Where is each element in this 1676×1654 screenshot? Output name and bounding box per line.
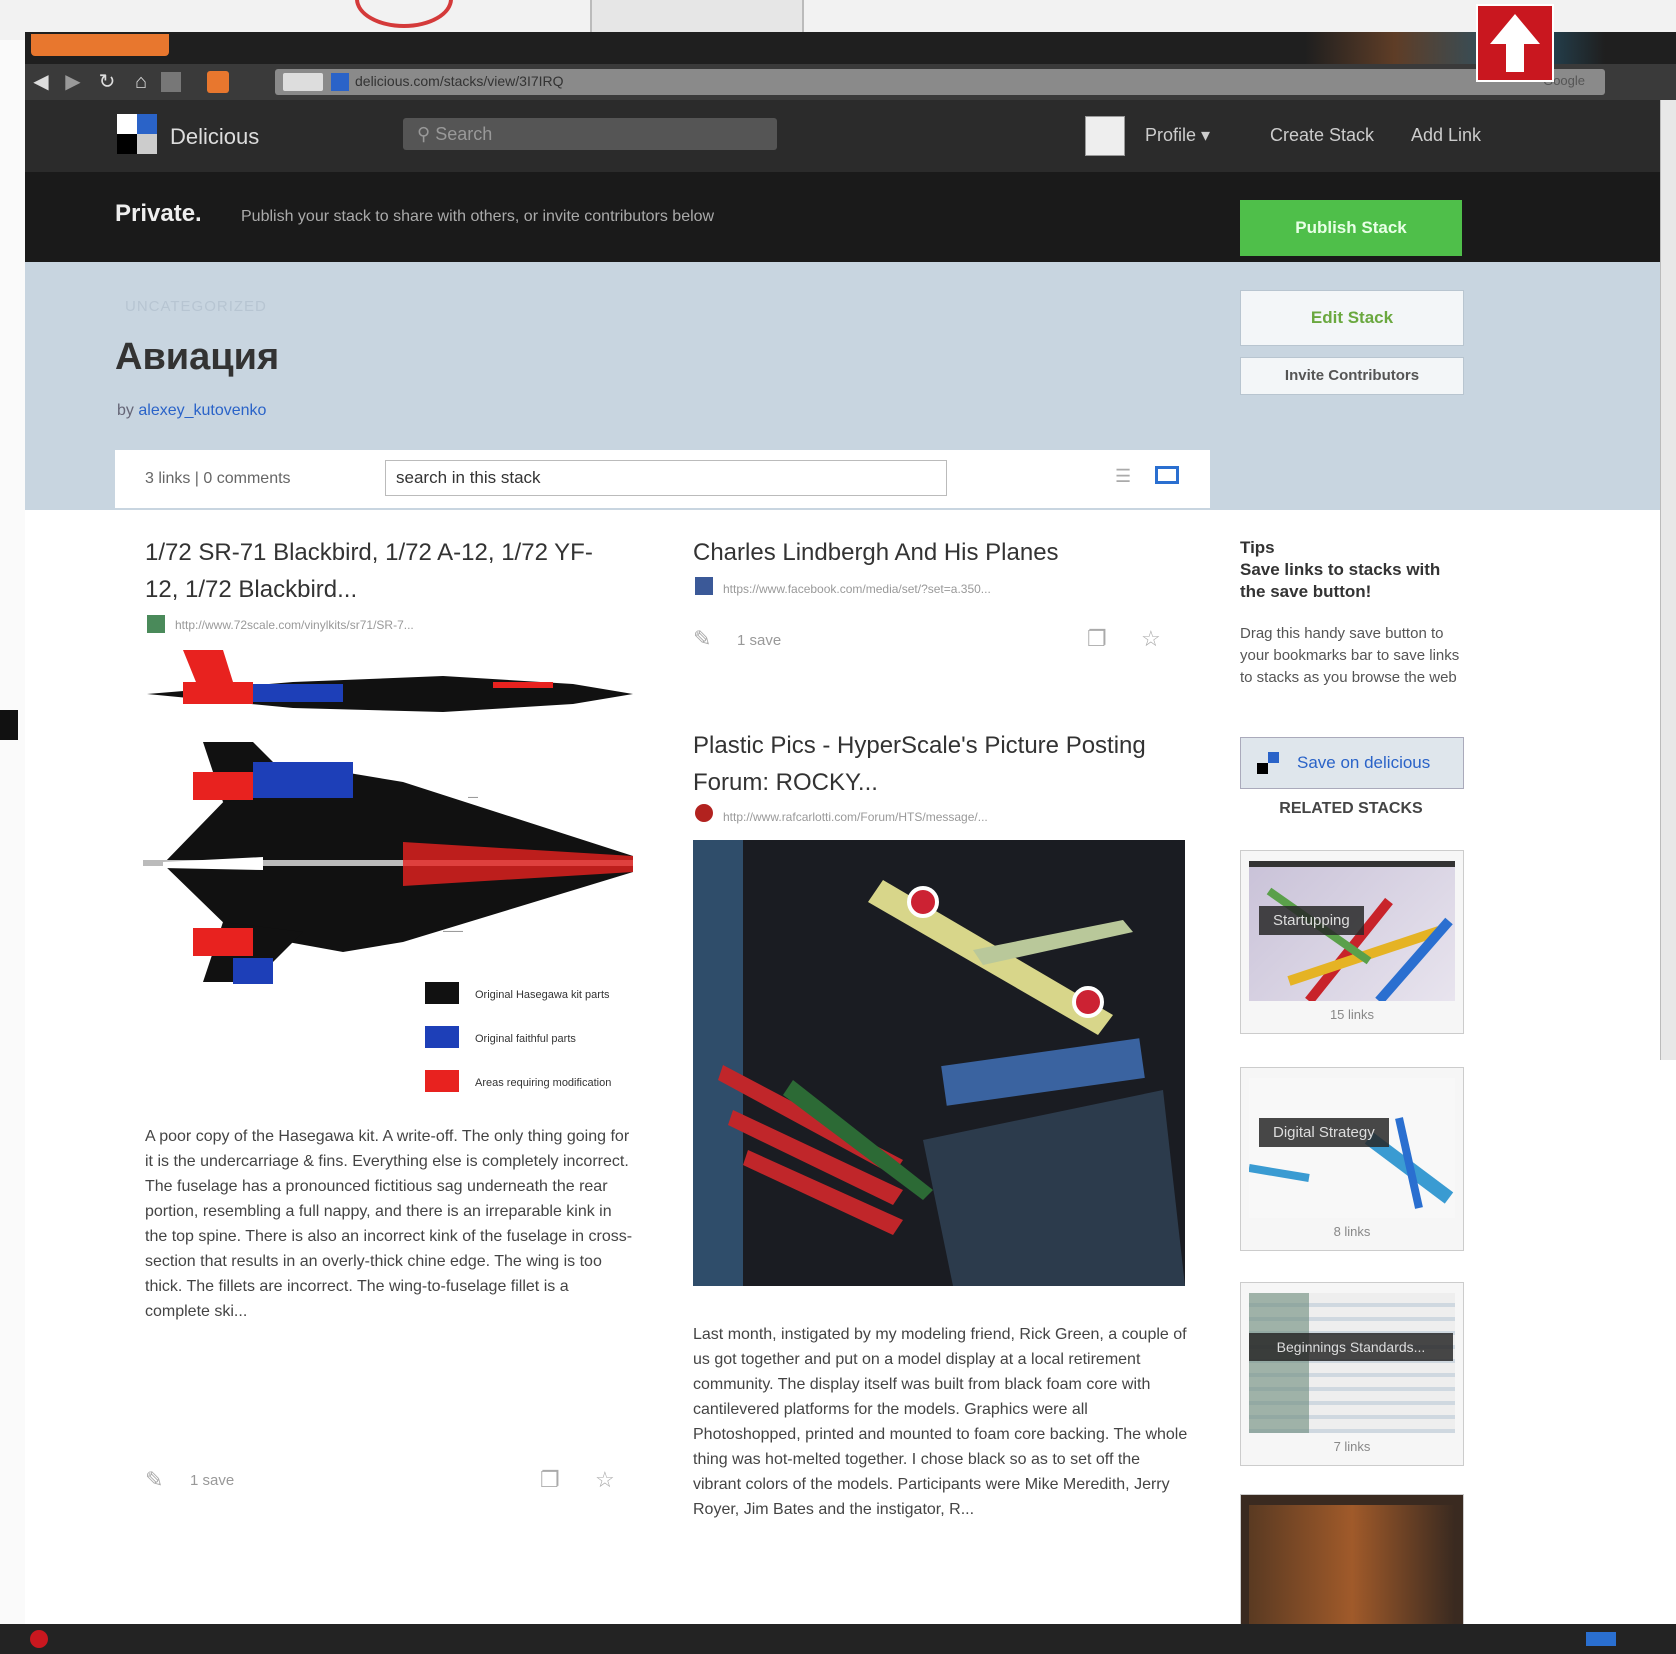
private-bar: Private. Publish your stack to share wit… xyxy=(25,172,1676,262)
brand-name[interactable]: Delicious xyxy=(170,124,259,150)
delicious-logo-icon xyxy=(1257,752,1279,774)
tips-headline: Save links to stacks with the save butto… xyxy=(1240,560,1441,601)
add-link-link[interactable]: Add Link xyxy=(1411,125,1481,146)
browser-window: ◀ ▶ ↻ ⌂ delicious.com/stacks/view/3I7IRQ… xyxy=(25,32,1676,1654)
private-description: Publish your stack to share with others,… xyxy=(241,208,715,225)
related-stack-card[interactable]: Beginnings Standards... 7 links xyxy=(1240,1282,1464,1466)
legend-label-3: Areas requiring modification xyxy=(475,1077,611,1089)
related-stack-thumbnail xyxy=(1249,1293,1455,1433)
card-2-save-count: 1 save xyxy=(737,632,782,649)
search-placeholder: ⚲ Search xyxy=(417,124,493,144)
author-link[interactable]: alexey_kutovenko xyxy=(138,402,266,419)
card-2-facebook-icon xyxy=(695,577,713,595)
card-2-comment-icon[interactable]: ❐ xyxy=(1087,626,1107,652)
left-margin xyxy=(0,40,26,1654)
legend-label-1: Original Hasegawa kit parts xyxy=(475,989,610,1001)
site-search-input[interactable]: ⚲ Search xyxy=(403,118,777,150)
card-2-save-icon[interactable]: ✎ xyxy=(693,626,711,652)
card-2-url[interactable]: https://www.facebook.com/media/set/?set=… xyxy=(723,582,991,596)
private-label: Private. xyxy=(115,200,202,227)
profile-menu[interactable]: Profile ▾ xyxy=(1145,125,1210,146)
card-1-favicon-icon xyxy=(147,615,165,633)
related-stacks-heading: RELATED STACKS xyxy=(1279,800,1423,817)
related-stack-card[interactable]: Digital Strategy 8 links xyxy=(1240,1067,1464,1251)
edit-stack-button[interactable]: Edit Stack xyxy=(1240,290,1464,346)
margin-tab xyxy=(0,710,18,740)
image-legend: Original Hasegawa kit parts Original fai… xyxy=(425,982,611,1092)
card-1-description: A poor copy of the Hasegawa kit. A write… xyxy=(145,1128,633,1320)
status-bar xyxy=(0,1624,1676,1654)
vertical-scrollbar[interactable] xyxy=(1660,100,1676,1060)
related-stack-title: Startupping xyxy=(1259,906,1364,935)
publish-stack-button[interactable]: Publish Stack xyxy=(1240,200,1462,256)
card-3-title[interactable]: Plastic Pics - HyperScale's Picture Post… xyxy=(693,727,1193,801)
card-1-save-count: 1 save xyxy=(190,1472,235,1489)
browser-navbar: ◀ ▶ ↻ ⌂ delicious.com/stacks/view/3I7IRQ… xyxy=(25,64,1676,100)
image-caption-bottom: —— xyxy=(443,926,463,937)
card-3-url[interactable]: http://www.rafcarlotti.com/Forum/HTS/mes… xyxy=(723,810,988,824)
related-stack-count: 8 links xyxy=(1333,1224,1371,1239)
site-header: Delicious ⚲ Search Profile ▾ Create Stac… xyxy=(25,100,1676,172)
sr71-side-view xyxy=(147,650,633,712)
legend-swatch-blue xyxy=(425,1026,459,1048)
card-1-url[interactable]: http://www.72scale.com/vinylkits/sr71/SR… xyxy=(175,618,414,632)
legend-label-2: Original faithful parts xyxy=(475,1033,576,1045)
related-stack-count: 7 links xyxy=(1333,1439,1371,1454)
card-3-favicon-icon xyxy=(695,804,713,822)
tips-body: Drag this handy save button to your book… xyxy=(1240,625,1460,686)
save-button-label: Save on delicious xyxy=(1297,753,1431,772)
card-1-star-icon[interactable]: ☆ xyxy=(595,1467,615,1493)
home-icon[interactable]: ⌂ xyxy=(129,70,153,94)
invite-contributors-button[interactable]: Invite Contributors xyxy=(1240,357,1464,395)
firefox-menu-button[interactable] xyxy=(31,34,169,56)
related-stack-title: Digital Strategy xyxy=(1259,1118,1389,1147)
stack-toolbar: 3 links | 0 comments ☰ xyxy=(115,450,1210,508)
stack-search-input[interactable] xyxy=(385,460,947,496)
tips-panel: Tips Save links to stacks with the save … xyxy=(1240,537,1470,689)
back-icon[interactable]: ◀ xyxy=(29,70,53,94)
tray-icon[interactable] xyxy=(1586,1632,1616,1646)
address-bar[interactable]: delicious.com/stacks/view/3I7IRQ Google xyxy=(275,69,1605,95)
page-title: Авиация xyxy=(115,336,280,378)
card-2-star-icon[interactable]: ☆ xyxy=(1141,626,1161,652)
arrow-up-icon xyxy=(1476,4,1554,82)
sr71-top-view xyxy=(143,742,633,984)
rss-icon[interactable] xyxy=(207,71,229,93)
favicon-icon xyxy=(331,73,349,91)
legend-swatch-red xyxy=(425,1070,459,1092)
related-stack-thumbnail xyxy=(1249,1078,1455,1218)
stack-counts: 3 links | 0 comments xyxy=(145,470,291,487)
tips-title: Tips xyxy=(1240,538,1275,557)
card-1-title[interactable]: 1/72 SR-71 Blackbird, 1/72 A-12, 1/72 YF… xyxy=(145,534,615,608)
url-text[interactable]: delicious.com/stacks/view/3I7IRQ xyxy=(355,73,564,89)
paper-sheet xyxy=(590,0,804,32)
image-caption-top: — xyxy=(468,792,478,803)
card-1-save-icon[interactable]: ✎ xyxy=(145,1467,163,1493)
card-3-image[interactable] xyxy=(693,840,1185,1286)
card-3-description: Last month, instigated by my modeling fr… xyxy=(693,1326,1188,1518)
category-label: UNCATEGORIZED xyxy=(125,298,267,315)
site-identity-icon[interactable] xyxy=(283,73,323,91)
create-stack-link[interactable]: Create Stack xyxy=(1270,125,1374,146)
delicious-logo-icon[interactable] xyxy=(117,114,157,154)
related-stack-count: 15 links xyxy=(1329,1007,1375,1022)
titlebar-decoration xyxy=(1305,32,1605,64)
related-stack-card[interactable]: Startupping 15 links xyxy=(1240,850,1464,1034)
list-view-icon[interactable]: ☰ xyxy=(1115,466,1137,486)
legend-swatch-black xyxy=(425,982,459,1004)
forward-icon[interactable]: ▶ xyxy=(61,70,85,94)
avatar[interactable] xyxy=(1085,116,1125,156)
stack-byline: by alexey_kutovenko xyxy=(117,402,267,419)
red-circle-annotation xyxy=(355,0,453,28)
save-on-delicious-button[interactable]: Save on delicious xyxy=(1240,737,1464,789)
card-1-comment-icon[interactable]: ❐ xyxy=(540,1467,560,1493)
browser-titlebar xyxy=(25,32,1676,64)
reload-icon[interactable]: ↻ xyxy=(95,70,119,94)
status-icon[interactable] xyxy=(30,1630,48,1648)
bookmark-icon[interactable] xyxy=(161,72,181,92)
card-1-image[interactable]: — —— Original Hasegawa kit parts Origina… xyxy=(143,642,643,1112)
card-2-title[interactable]: Charles Lindbergh And His Planes xyxy=(693,534,1193,571)
grid-view-icon[interactable] xyxy=(1155,466,1179,484)
related-stack-title: Beginnings Standards... xyxy=(1249,1333,1453,1361)
